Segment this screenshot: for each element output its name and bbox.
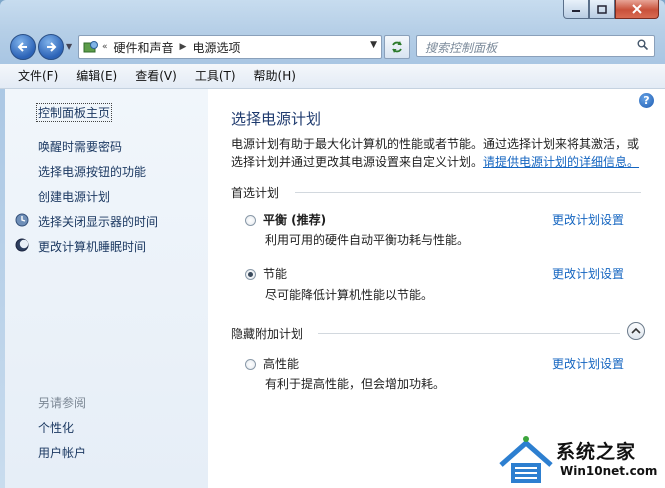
breadcrumb-hardware-sound[interactable]: 硬件和声音: [114, 39, 174, 56]
watermark-url: Win10net.com: [560, 464, 658, 478]
minimize-icon: [572, 10, 580, 12]
close-icon: [632, 4, 642, 14]
address-bar[interactable]: « 硬件和声音 ▶ 电源选项 ▼: [78, 35, 382, 59]
navigation-bar: ▼ « 硬件和声音 ▶ 电源选项 ▼ 搜索控制面板: [0, 30, 665, 62]
caption-buttons: [563, 0, 659, 19]
page-description: 电源计划有助于最大化计算机的性能或者节能。通过选择计划来将其激活，或 选择计划并…: [231, 135, 646, 171]
menu-file[interactable]: 文件(F): [0, 65, 67, 87]
maximize-button[interactable]: [589, 0, 615, 19]
control-panel-home-link[interactable]: 控制面板主页: [36, 103, 113, 122]
search-placeholder: 搜索控制面板: [425, 41, 498, 55]
preferred-plans-divider: [295, 192, 641, 193]
plan-high-performance-change-settings-link[interactable]: 更改计划设置: [552, 355, 624, 372]
sidebar-link-display-off[interactable]: 选择关闭显示器的时间: [38, 213, 158, 230]
see-also-personalization[interactable]: 个性化: [38, 419, 74, 436]
minimize-button[interactable]: [563, 0, 589, 19]
plan-power-saver-change-settings-link[interactable]: 更改计划设置: [552, 265, 624, 282]
plan-balanced-radio[interactable]: [245, 215, 256, 226]
menu-help[interactable]: 帮助(H): [245, 65, 305, 87]
description-line-1: 电源计划有助于最大化计算机的性能或者节能。通过选择计划来将其激活，或: [231, 137, 640, 151]
search-icon: [637, 39, 648, 50]
control-panel-icon: [83, 41, 98, 53]
sleep-moon-icon: [15, 238, 29, 252]
plan-high-performance-name[interactable]: 高性能: [263, 355, 299, 372]
breadcrumb-overflow-icon[interactable]: «: [102, 42, 108, 52]
page-title: 选择电源计划: [231, 110, 322, 128]
refresh-button[interactable]: [384, 35, 410, 59]
description-line-2: 选择计划并通过更改其电源设置来自定义计划。: [231, 155, 484, 169]
task-pane: 控制面板主页 唤醒时需要密码 选择电源按钮的功能 创建电源计划 选择关闭显示器的…: [5, 89, 208, 488]
watermark-title: 系统之家: [556, 441, 637, 463]
plan-balanced-name[interactable]: 平衡 (推荐): [263, 211, 326, 228]
menu-bar: 文件(F) 编辑(E) 查看(V) 工具(T) 帮助(H): [0, 64, 665, 89]
forward-button[interactable]: [38, 34, 64, 60]
recent-pages-dropdown[interactable]: ▼: [66, 42, 72, 51]
help-icon[interactable]: ?: [639, 93, 654, 108]
refresh-icon: [392, 41, 402, 53]
plan-high-performance-description: 有利于提高性能，但会增加功耗。: [265, 377, 446, 391]
main-content: ? 选择电源计划 电源计划有助于最大化计算机的性能或者节能。通过选择计划来将其激…: [208, 89, 665, 488]
back-button[interactable]: [10, 34, 36, 60]
sidebar-link-sleep-time[interactable]: 更改计算机睡眠时间: [38, 238, 146, 255]
maximize-icon: [597, 4, 607, 14]
arrow-left-icon: [17, 42, 27, 52]
sidebar-link-power-buttons[interactable]: 选择电源按钮的功能: [38, 163, 146, 180]
arrow-right-icon: [47, 42, 57, 52]
menu-edit[interactable]: 编辑(E): [67, 65, 126, 87]
collapse-hidden-plans-button[interactable]: [627, 322, 645, 340]
sidebar-link-wake-password[interactable]: 唤醒时需要密码: [38, 138, 122, 155]
hidden-plans-header: 隐藏附加计划: [231, 327, 304, 341]
see-also-user-accounts[interactable]: 用户帐户: [38, 444, 86, 461]
hidden-plans-divider: [318, 333, 620, 334]
preferred-plans-header: 首选计划: [231, 186, 280, 200]
breadcrumb-separator-icon[interactable]: ▶: [180, 42, 187, 52]
plan-high-performance-radio[interactable]: [245, 359, 256, 370]
house-logo-icon: [499, 436, 553, 483]
site-watermark: 系统之家 Win10net.com: [497, 433, 665, 488]
plan-details-link[interactable]: 请提供电源计划的详细信息。: [483, 155, 639, 169]
menu-view[interactable]: 查看(V): [126, 65, 186, 87]
display-clock-icon: [15, 213, 29, 227]
menu-tools[interactable]: 工具(T): [186, 65, 245, 87]
breadcrumb-power-options[interactable]: 电源选项: [192, 39, 240, 56]
see-also-header: 另请参阅: [38, 396, 87, 410]
search-input[interactable]: 搜索控制面板: [416, 35, 655, 57]
plan-power-saver-radio[interactable]: [245, 269, 256, 280]
plan-power-saver-description: 尽可能降低计算机性能以节能。: [265, 288, 434, 302]
control-panel-window: ▼ « 硬件和声音 ▶ 电源选项 ▼ 搜索控制面板 文件(F) 编辑(E) 查看…: [0, 0, 665, 488]
plan-balanced-change-settings-link[interactable]: 更改计划设置: [552, 211, 624, 228]
close-button[interactable]: [615, 0, 659, 19]
address-dropdown-icon[interactable]: ▼: [370, 40, 377, 50]
plan-balanced-description: 利用可用的硬件自动平衡功耗与性能。: [265, 233, 470, 247]
plan-power-saver-name[interactable]: 节能: [263, 265, 287, 282]
sidebar-link-create-plan[interactable]: 创建电源计划: [38, 188, 110, 205]
chevron-up-icon: [631, 327, 641, 334]
